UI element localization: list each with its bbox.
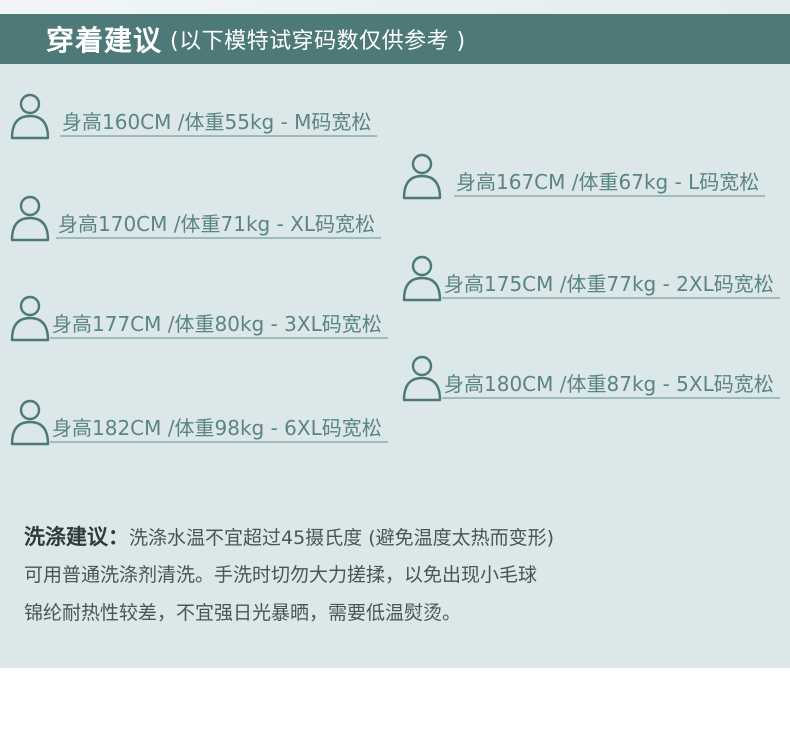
care-line-2: 可用普通洗涤剂清洗。手洗时切勿大力搓揉，以免出现小毛球 [24,564,538,586]
size-row-2xl: 身高175CM /体重77kg - 2XL码宽松 [402,254,780,302]
care-line-3: 锦纶耐热性较差，不宜强日光暴晒，需要低温熨烫。 [24,602,462,624]
person-outline-icon [10,93,50,140]
size-text: 身高167CM /体重67kg - L码宽松 [454,169,766,197]
header-title: 穿着建议 [46,24,163,57]
size-text: 身高160CM /体重55kg - M码宽松 [60,109,378,137]
top-strip [0,0,790,14]
care-title: 洗涤建议： [24,525,129,549]
person-outline-icon [402,355,442,402]
size-row-5xl: 身高180CM /体重87kg - 5XL码宽松 [402,354,780,402]
size-text: 身高182CM /体重98kg - 6XL码宽松 [50,415,388,443]
header-subtitle: (以下模特试穿码数仅供参考 ) [170,29,466,54]
person-outline-icon [10,295,50,342]
size-row-l: 身高167CM /体重67kg - L码宽松 [402,152,766,200]
person-outline-icon [10,195,50,242]
size-row-3xl: 身高177CM /体重80kg - 3XL码宽松 [10,294,388,342]
size-row-xl: 身高170CM /体重71kg - XL码宽松 [10,194,381,242]
size-row-m: 身高160CM /体重55kg - M码宽松 [10,92,378,140]
size-text: 身高180CM /体重87kg - 5XL码宽松 [442,371,780,399]
person-outline-icon [10,399,50,446]
size-text: 身高175CM /体重77kg - 2XL码宽松 [442,271,780,299]
care-line-1: 洗涤建议：洗涤水温不宜超过45摄氏度 (避免温度太热而变形) [24,518,774,556]
person-outline-icon [402,153,442,200]
care-instructions: 洗涤建议：洗涤水温不宜超过45摄氏度 (避免温度太热而变形) 可用普通洗涤剂清洗… [24,518,774,632]
care-text-1: 洗涤水温不宜超过45摄氏度 (避免温度太热而变形) [129,527,555,549]
size-text: 身高170CM /体重71kg - XL码宽松 [56,211,381,239]
person-outline-icon [402,255,442,302]
size-text: 身高177CM /体重80kg - 3XL码宽松 [50,311,388,339]
header-bar: 穿着建议 (以下模特试穿码数仅供参考 ) [0,14,790,64]
size-row-6xl: 身高182CM /体重98kg - 6XL码宽松 [10,398,388,446]
